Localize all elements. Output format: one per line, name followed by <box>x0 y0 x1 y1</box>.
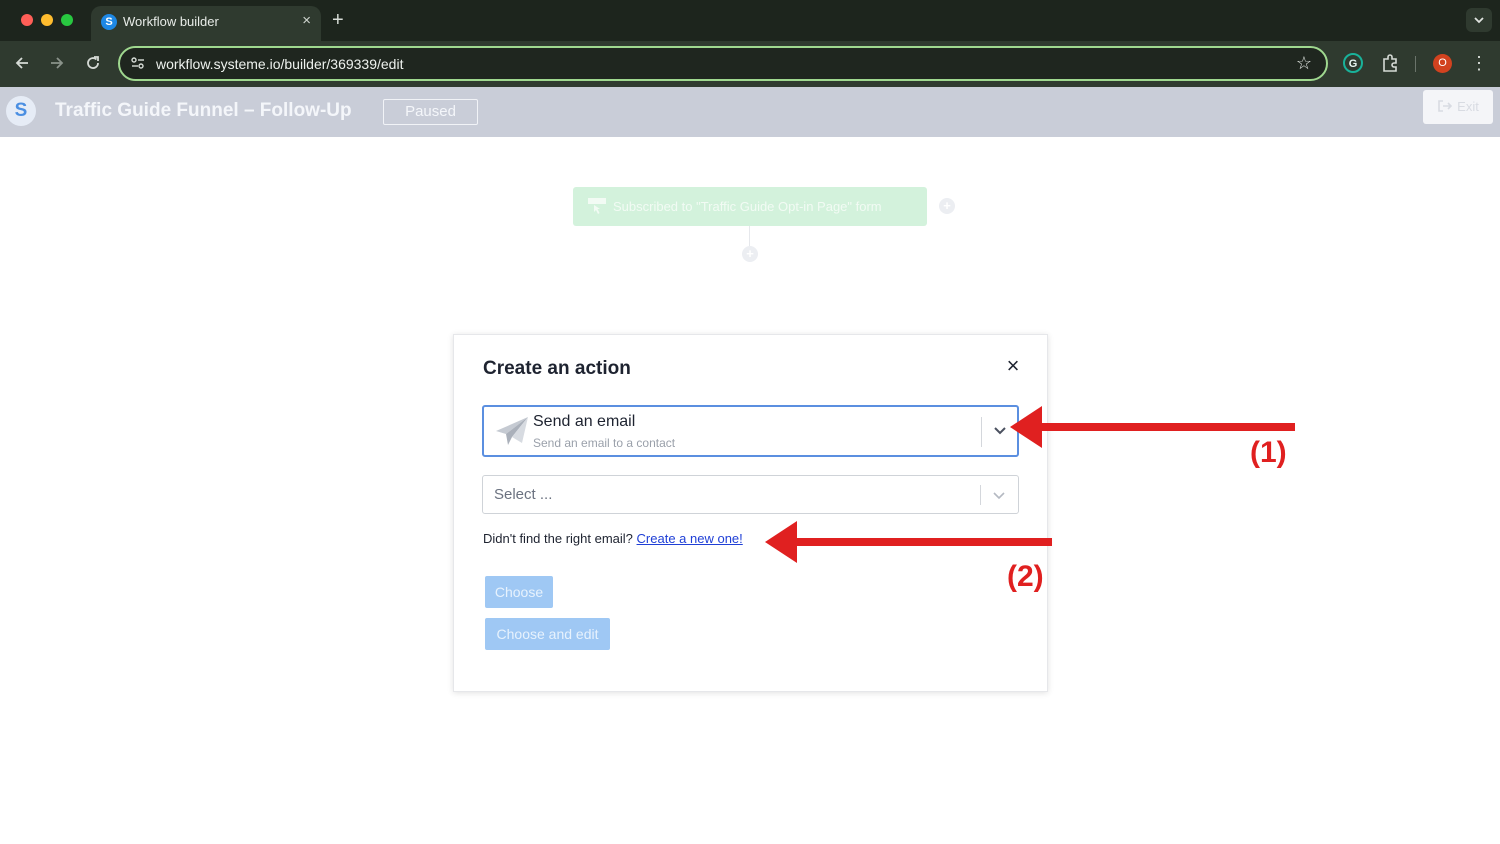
action-type-select[interactable]: Send an email Send an email to a contact <box>482 405 1019 457</box>
reload-button[interactable] <box>81 51 105 75</box>
annotation-arrow-2 <box>765 521 1052 563</box>
profile-avatar[interactable]: O <box>1433 54 1452 73</box>
browser-tab-workflow-builder[interactable]: S Workflow builder × <box>91 6 321 41</box>
create-action-modal: Create an action × Send an email Send an… <box>453 334 1048 692</box>
exit-button[interactable]: Exit <box>1423 90 1493 124</box>
email-select[interactable]: Select ... <box>482 475 1019 514</box>
exit-label: Exit <box>1457 99 1479 114</box>
minimize-window-button[interactable] <box>41 14 53 26</box>
close-tab-icon[interactable]: × <box>302 12 311 30</box>
create-new-email-link[interactable]: Create a new one! <box>637 531 743 546</box>
help-text: Didn't find the right email? Create a ne… <box>483 531 743 547</box>
action-type-sublabel: Send an email to a contact <box>533 436 676 450</box>
address-bar[interactable]: workflow.systeme.io/builder/369339/edit … <box>118 46 1328 81</box>
site-settings-icon <box>131 57 144 69</box>
arrow-right-icon <box>51 57 64 69</box>
add-step-icon[interactable]: + <box>742 246 758 262</box>
select-separator <box>980 485 981 505</box>
systeme-logo: S <box>6 96 36 126</box>
grammarly-extension-icon[interactable]: G <box>1342 52 1364 74</box>
bookmark-star-icon[interactable]: ☆ <box>1296 53 1312 73</box>
help-text-prefix: Didn't find the right email? <box>483 531 633 546</box>
browser-toolbar: workflow.systeme.io/builder/369339/edit … <box>0 41 1500 87</box>
status-badge: Paused <box>383 99 478 125</box>
chevron-down-icon[interactable] <box>991 487 1007 503</box>
app-header: S Traffic Guide Funnel – Follow-Up Pause… <box>0 87 1500 137</box>
browser-menu-icon[interactable]: ⋮ <box>1470 52 1488 74</box>
reload-icon <box>87 56 99 69</box>
extensions-puzzle-icon[interactable] <box>1379 52 1401 74</box>
close-icon[interactable]: × <box>1002 355 1024 377</box>
forward-button[interactable] <box>45 51 69 75</box>
systeme-favicon-icon: S <box>101 14 117 30</box>
tab-search-button[interactable] <box>1466 8 1492 32</box>
choose-and-edit-button[interactable]: Choose and edit <box>485 618 610 650</box>
form-trigger-icon <box>588 198 606 214</box>
svg-text:G: G <box>1349 58 1358 70</box>
workflow-title: Traffic Guide Funnel – Follow-Up <box>55 100 352 121</box>
trigger-label: Subscribed to "Traffic Guide Opt-in Page… <box>613 199 882 214</box>
add-branch-icon[interactable]: + <box>939 198 955 214</box>
arrow-left-icon <box>15 57 28 69</box>
chevron-down-icon[interactable] <box>992 422 1008 438</box>
paper-plane-icon <box>496 417 528 445</box>
new-tab-button[interactable]: + <box>332 9 344 31</box>
tab-title: Workflow builder <box>123 14 219 29</box>
toolbar-separator <box>1415 56 1416 72</box>
modal-title: Create an action <box>483 358 631 379</box>
annotation-label-2: (2) <box>1007 560 1044 593</box>
close-window-button[interactable] <box>21 14 33 26</box>
back-button[interactable] <box>10 51 34 75</box>
url-text: workflow.systeme.io/builder/369339/edit <box>156 56 404 72</box>
exit-icon <box>1438 100 1453 112</box>
chevron-down-icon <box>1474 17 1484 24</box>
action-type-label: Send an email <box>533 413 636 430</box>
choose-button[interactable]: Choose <box>485 576 553 608</box>
select-separator <box>981 417 982 447</box>
node-connector <box>749 226 750 248</box>
annotation-label-1: (1) <box>1250 436 1287 469</box>
browser-tab-strip: S Workflow builder × + <box>0 0 1500 41</box>
email-select-placeholder: Select ... <box>494 486 553 503</box>
maximize-window-button[interactable] <box>61 14 73 26</box>
trigger-node[interactable]: Subscribed to "Traffic Guide Opt-in Page… <box>573 187 927 226</box>
